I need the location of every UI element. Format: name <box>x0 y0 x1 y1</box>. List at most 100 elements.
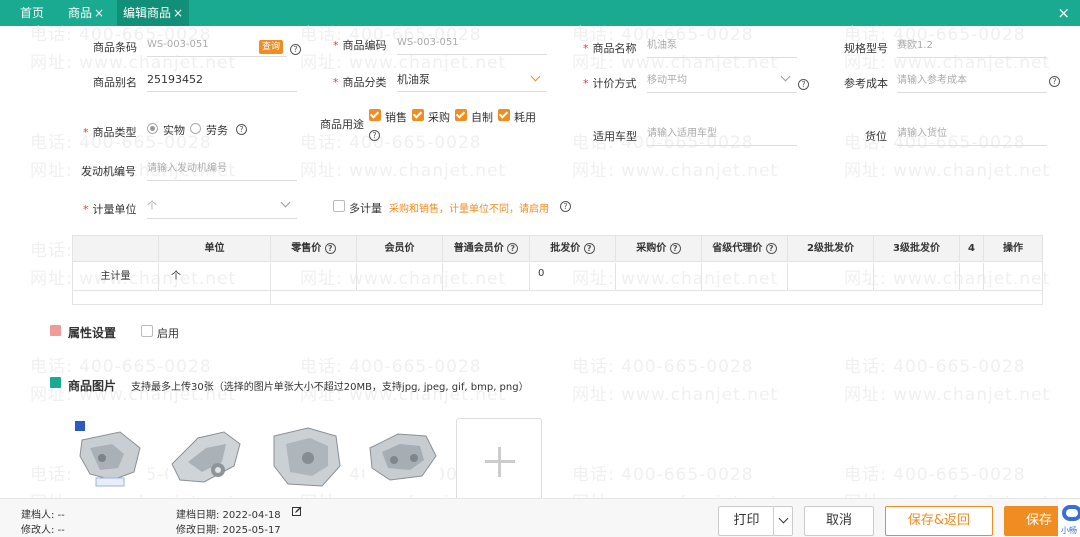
help-icon[interactable]: ? <box>369 130 380 141</box>
grid-header-wholesale: 批发价 ? <box>530 236 616 262</box>
close-icon[interactable]: × <box>173 6 183 20</box>
help-icon[interactable]: ? <box>1049 76 1060 87</box>
usage-selfmade-checkbox[interactable] <box>455 109 467 121</box>
grid-cell-wholesale[interactable]: 0 <box>530 263 616 291</box>
grid-header-level4: 4 <box>960 236 984 262</box>
grid-header-level3: 3级批发价 <box>874 236 960 262</box>
grid-cell-purchase[interactable] <box>616 263 702 291</box>
product-image-3[interactable] <box>268 418 344 494</box>
watermark-phone: 电话: 400-665-0028 <box>844 357 1026 377</box>
print-button[interactable]: 打印 <box>718 506 774 536</box>
grid-summary-cell <box>73 291 271 304</box>
grid-cell-normal-member[interactable] <box>443 263 530 291</box>
alias-input[interactable]: 25193452 <box>147 70 297 92</box>
barcode-label: 商品条码 <box>93 41 137 54</box>
print-dropdown-button[interactable] <box>773 506 793 536</box>
grid-header-level2: 2级批发价 <box>788 236 874 262</box>
type-label: * 商品类型 <box>83 126 137 139</box>
price-grid-header: 单位 零售价 ? 会员价 普通会员价 ? 批发价 ? 采购价 ? 省级代理价 ?… <box>73 236 1042 262</box>
help-icon[interactable]: ? <box>798 79 809 90</box>
save-and-return-button[interactable]: 保存&返回 <box>885 506 993 536</box>
pricing-label: * 计价方式 <box>583 77 637 90</box>
tab-home[interactable]: 首页 <box>20 0 44 26</box>
watermark-phone: 电话: 400-665-0028 <box>572 357 754 377</box>
tab-bar: 首页 商品 × 编辑商品 × × <box>0 0 1080 26</box>
help-icon[interactable]: ? <box>507 243 519 254</box>
help-icon[interactable]: ? <box>290 44 301 55</box>
usage-selfmade-label: 自制 <box>471 111 493 124</box>
chevron-down-icon <box>778 513 789 524</box>
watermark-site: 网址: www.chanjet.net <box>844 161 1051 181</box>
location-label: 货位 <box>865 130 887 143</box>
engine-input[interactable]: 请输入发动机编号 <box>147 159 297 181</box>
chat-icon <box>1062 505 1080 521</box>
tab-edit-goods[interactable]: 编辑商品 × <box>117 0 190 26</box>
category-select[interactable]: 机油泵 <box>397 70 547 92</box>
engine-label: 发动机编号 <box>81 165 136 178</box>
help-icon[interactable]: ? <box>583 243 595 254</box>
code-input[interactable]: WS-003-051 <box>397 33 547 55</box>
grid-cell-retail[interactable] <box>271 263 357 291</box>
modify-date-text: 修改日期: 2025-05-17 <box>176 525 281 536</box>
add-image-button[interactable] <box>456 418 542 504</box>
model-input[interactable]: 请输入适用车型 <box>647 124 797 146</box>
help-icon[interactable]: ? <box>560 201 571 212</box>
close-icon[interactable]: × <box>94 6 104 20</box>
usage-sale-label: 销售 <box>385 111 407 124</box>
grid-cell-level2[interactable] <box>788 263 874 291</box>
type-option-service: 劳务 <box>206 124 228 137</box>
watermark-phone: 电话: 400-665-0028 <box>30 357 212 377</box>
grid-cell-province-agent[interactable] <box>702 263 788 291</box>
tab-goods[interactable]: 商品 × <box>68 0 104 26</box>
usage-consume-checkbox[interactable] <box>498 109 510 121</box>
unit-select[interactable]: 个 <box>147 197 297 219</box>
price-grid: 单位 零售价 ? 会员价 普通会员价 ? 批发价 ? 采购价 ? 省级代理价 ?… <box>72 235 1043 305</box>
watermark-phone: 电话: 400-665-0028 <box>844 465 1026 485</box>
attribute-enable-checkbox[interactable] <box>141 325 153 337</box>
grid-cell-level3[interactable] <box>874 263 960 291</box>
product-image-1[interactable] <box>72 418 148 494</box>
attribute-section-title: 属性设置 <box>68 326 117 340</box>
unit-label: * 计量单位 <box>83 203 137 216</box>
type-radio-service[interactable] <box>190 123 201 134</box>
attribute-section-icon <box>50 325 61 336</box>
type-option-physical: 实物 <box>163 124 185 137</box>
help-icon[interactable]: ? <box>669 243 681 254</box>
pricing-select[interactable]: 移动平均 <box>647 71 797 93</box>
cancel-button[interactable]: 取消 <box>804 506 874 536</box>
usage-consume-label: 耗用 <box>514 111 536 124</box>
ref-cost-label: 参考成本 <box>844 77 888 90</box>
usage-purchase-checkbox[interactable] <box>412 109 424 121</box>
query-button[interactable]: 查询 <box>259 40 284 54</box>
edit-icon[interactable] <box>292 506 302 516</box>
alias-label: 商品别名 <box>93 76 137 89</box>
location-input[interactable]: 请输入货位 <box>897 124 1047 146</box>
watermark-site: 网址: www.chanjet.net <box>572 161 779 181</box>
watermark-site: 网址: www.chanjet.net <box>844 385 1051 405</box>
image-section-title: 商品图片 <box>68 379 117 393</box>
help-icon[interactable]: ? <box>324 243 336 254</box>
grid-cell-unit[interactable]: 个 <box>159 263 271 291</box>
help-icon[interactable]: ? <box>236 124 247 135</box>
usage-sale-checkbox[interactable] <box>369 109 381 121</box>
multi-unit-checkbox[interactable] <box>333 200 345 212</box>
product-image-4[interactable] <box>364 418 440 494</box>
usage-purchase-label: 采购 <box>428 111 450 124</box>
grid-header-purchase: 采购价 ? <box>616 236 702 262</box>
product-image-2[interactable] <box>168 418 244 494</box>
help-icon[interactable]: ? <box>765 243 777 254</box>
watermark-phone: 电话: 400-665-0028 <box>572 465 754 485</box>
grid-header-blank <box>73 236 159 262</box>
create-date-text: 建档日期: 2022-04-18 <box>176 510 281 521</box>
close-icon[interactable]: × <box>1057 0 1070 26</box>
chat-assistant-button[interactable]: 小畅 <box>1058 500 1080 537</box>
watermark-site: 网址: www.chanjet.net <box>572 385 779 405</box>
app-window: 首页 商品 × 编辑商品 × × 电话: 400-665-0028 网址: www.c… <box>0 0 1080 537</box>
watermark-site: 网址: www.chanjet.net <box>300 161 507 181</box>
type-radio-physical[interactable] <box>147 123 158 134</box>
name-input[interactable]: 机油泵 <box>647 36 797 58</box>
ref-cost-input[interactable]: 请输入参考成本 <box>897 71 1047 93</box>
grid-cell-level4[interactable] <box>960 263 984 291</box>
grid-cell-member[interactable] <box>357 263 443 291</box>
spec-input[interactable]: 赛欧1.2 <box>897 36 1047 58</box>
